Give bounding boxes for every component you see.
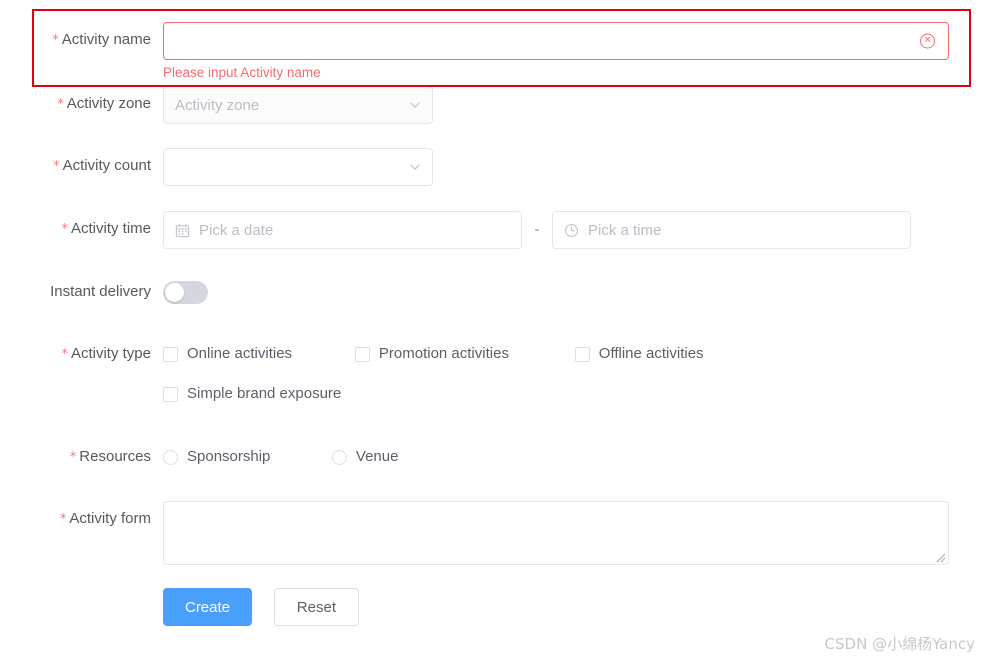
activity-count-select[interactable] bbox=[163, 148, 433, 186]
label-activity-type: * Activity type bbox=[0, 336, 163, 373]
control-instant-delivery bbox=[163, 274, 208, 304]
label-text: Activity zone bbox=[66, 95, 151, 112]
control-resources: Sponsorship Venue bbox=[163, 439, 398, 475]
resize-handle-icon[interactable] bbox=[935, 552, 946, 563]
required-asterisk: * bbox=[57, 97, 64, 112]
label-activity-count: * Activity count bbox=[0, 148, 163, 185]
checkbox-label: Promotion activities bbox=[378, 345, 509, 362]
calendar-icon bbox=[175, 223, 190, 238]
label-text: Activity form bbox=[69, 510, 151, 527]
control-activity-count bbox=[163, 148, 433, 186]
required-asterisk: * bbox=[69, 450, 77, 465]
form-row-activity-time: * Activity time Pick a date - Pick a tim… bbox=[0, 211, 911, 249]
required-asterisk: * bbox=[61, 222, 68, 237]
radio-circle bbox=[163, 449, 178, 465]
form-row-activity-type: * Activity type Online activities Promoti… bbox=[0, 336, 704, 412]
radio-venue[interactable]: Venue bbox=[331, 439, 399, 475]
toggle-knob bbox=[165, 283, 184, 302]
label-activity-name: * Activity name bbox=[0, 22, 163, 59]
activity-form-textarea[interactable] bbox=[163, 501, 949, 565]
activity-zone-select[interactable]: Activity zone bbox=[163, 86, 433, 124]
control-actions: Create Reset bbox=[163, 588, 359, 626]
form-row-activity-form: * Activity form bbox=[0, 501, 949, 565]
close-circle-icon[interactable]: ✕ bbox=[920, 33, 935, 49]
label-activity-time: * Activity time bbox=[0, 211, 163, 248]
control-activity-type: Online activities Promotion activities O… bbox=[163, 336, 704, 412]
chevron-down-icon bbox=[409, 99, 421, 111]
radio-label: Venue bbox=[355, 448, 399, 465]
create-button[interactable]: Create bbox=[163, 588, 252, 626]
form-row-activity-zone: * Activity zone Activity zone bbox=[0, 86, 433, 124]
activity-name-error-message: Please input Activity name bbox=[163, 65, 321, 80]
label-text: Activity count bbox=[62, 157, 151, 174]
radio-label: Sponsorship bbox=[187, 448, 271, 465]
checkbox-label: Online activities bbox=[187, 345, 293, 362]
instant-delivery-toggle[interactable] bbox=[163, 281, 208, 304]
required-asterisk: * bbox=[53, 159, 60, 174]
checkbox-label: Offline activities bbox=[598, 345, 704, 362]
required-asterisk: * bbox=[52, 33, 59, 48]
form-row-activity-name: * Activity name ✕ Please input Activity n… bbox=[0, 22, 949, 82]
activity-type-checkbox-row-1: Online activities Promotion activities O… bbox=[163, 336, 704, 372]
label-resources: * Resources bbox=[0, 439, 163, 476]
checkbox-simple-brand-exposure[interactable]: Simple brand exposure bbox=[163, 376, 341, 412]
label-instant-delivery: Instant delivery bbox=[0, 274, 163, 310]
checkbox-box bbox=[574, 346, 590, 362]
form-row-resources: * Resources Sponsorship Venue bbox=[0, 439, 399, 476]
label-text: Activity time bbox=[70, 220, 151, 237]
label-text: Resources bbox=[79, 448, 151, 465]
date-time-range-separator: - bbox=[534, 221, 540, 238]
form-row-activity-count: * Activity count bbox=[0, 148, 433, 186]
activity-name-input[interactable]: ✕ bbox=[163, 22, 949, 60]
radio-sponsorship[interactable]: Sponsorship bbox=[163, 439, 328, 475]
label-text: Activity type bbox=[70, 345, 151, 362]
checkbox-box bbox=[163, 346, 178, 362]
watermark-text: CSDN @小绵杨Yancy bbox=[824, 635, 975, 653]
form-row-instant-delivery: Instant delivery bbox=[0, 274, 208, 310]
radio-circle bbox=[331, 449, 347, 465]
activity-date-placeholder: Pick a date bbox=[199, 221, 274, 239]
activity-type-checkbox-row-2: Simple brand exposure bbox=[163, 376, 704, 412]
checkbox-box bbox=[354, 346, 370, 362]
label-text: Activity name bbox=[61, 31, 151, 48]
required-asterisk: * bbox=[61, 347, 68, 362]
label-activity-zone: * Activity zone bbox=[0, 86, 163, 123]
activity-time-placeholder: Pick a time bbox=[588, 221, 662, 239]
control-activity-name: ✕ Please input Activity name bbox=[163, 22, 949, 82]
checkbox-online-activities[interactable]: Online activities bbox=[163, 336, 351, 372]
reset-button[interactable]: Reset bbox=[273, 588, 359, 626]
checkbox-promotion-activities[interactable]: Promotion activities bbox=[354, 336, 571, 372]
label-text: Instant delivery bbox=[50, 283, 151, 300]
activity-zone-placeholder: Activity zone bbox=[175, 96, 260, 114]
control-activity-zone: Activity zone bbox=[163, 86, 433, 124]
checkbox-box bbox=[163, 386, 178, 402]
checkbox-label: Simple brand exposure bbox=[187, 385, 342, 402]
activity-date-picker[interactable]: Pick a date bbox=[163, 211, 522, 249]
control-activity-time: Pick a date - Pick a time bbox=[163, 211, 911, 249]
label-activity-form: * Activity form bbox=[0, 501, 163, 538]
clock-icon bbox=[564, 223, 579, 238]
required-asterisk: * bbox=[59, 512, 67, 527]
control-activity-form bbox=[163, 501, 949, 565]
chevron-down-icon bbox=[409, 161, 421, 173]
activity-time-picker[interactable]: Pick a time bbox=[552, 211, 911, 249]
form-row-actions: Create Reset bbox=[0, 588, 359, 626]
checkbox-offline-activities[interactable]: Offline activities bbox=[574, 336, 704, 372]
